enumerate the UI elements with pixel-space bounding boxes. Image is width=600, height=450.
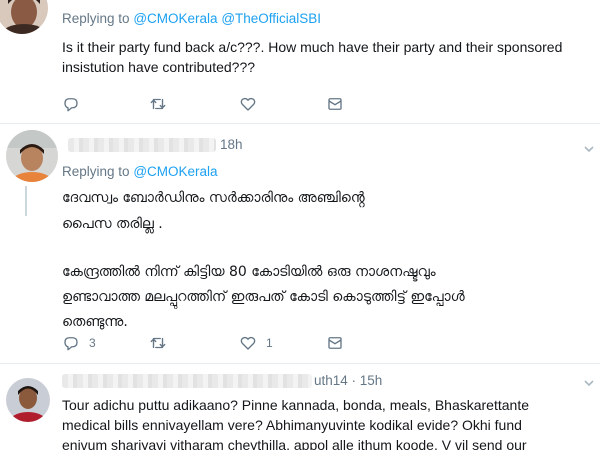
tweet-text-line: Tour adichu puttu adikaano? Pinne kannad…: [62, 397, 529, 413]
tweet-text-line: insistution have contributed???: [62, 59, 256, 75]
like-button[interactable]: [239, 94, 266, 114]
reply-icon: [64, 98, 78, 112]
tweet-text-line: പൈസ തരില്ല .: [62, 216, 163, 232]
chevron-down-icon[interactable]: [584, 378, 594, 388]
reply-button[interactable]: [62, 94, 89, 114]
message-icon: [328, 337, 342, 349]
mention-link[interactable]: @TheOfficialSBI: [221, 11, 321, 26]
thread-line: [25, 186, 27, 216]
username-redacted: [68, 138, 216, 152]
tweet-actions: [62, 94, 362, 114]
tweet-text: ദേവസ്വം ബോർഡിനും സർക്കാരിനും അഞ്ചിൻ്റെ പ…: [62, 188, 465, 333]
retweet-icon: [150, 337, 166, 349]
retweet-button[interactable]: [149, 333, 176, 353]
tweet-text: Tour adichu puttu adikaano? Pinne kannad…: [62, 395, 529, 450]
tweet-text-line: enivum shariyayi vitharam cheythilla, ap…: [62, 437, 527, 450]
handle-and-time[interactable]: uth14 · 15h: [314, 373, 382, 388]
replying-to: Replying to @CMOKerala: [62, 164, 218, 179]
tweet-actions: 3 1: [62, 333, 362, 353]
retweet-button[interactable]: [149, 94, 176, 114]
tweet-1[interactable]: Replying to @CMOKerala @TheOfficialSBI I…: [0, 0, 600, 123]
timestamp[interactable]: 18h: [220, 137, 243, 152]
replying-label: Replying to: [62, 164, 130, 179]
message-button[interactable]: [326, 333, 344, 353]
tweet-text: Is it their party fund back a/c???. How …: [62, 37, 562, 77]
tweet-text-line: കേന്ദ്രത്തിൽ നിന്ന് കിട്ടിയ 80 കോടിയിൽ ഒ…: [62, 264, 436, 280]
reply-button[interactable]: 3: [62, 333, 96, 353]
mention-link[interactable]: @CMOKerala: [133, 11, 217, 26]
like-button[interactable]: 1: [239, 333, 273, 353]
like-count: 1: [266, 336, 273, 350]
retweet-icon: [150, 98, 166, 110]
avatar[interactable]: [6, 378, 50, 422]
reply-icon: [64, 337, 78, 351]
username-redacted: [62, 374, 312, 388]
like-icon: [240, 97, 256, 111]
replying-to: Replying to @CMOKerala @TheOfficialSBI: [62, 11, 321, 26]
tweet-text-line: Is it their party fund back a/c???. How …: [62, 39, 563, 55]
tweet-2[interactable]: 18h Replying to @CMOKerala ദേവസ്വം ബോർഡി…: [0, 124, 600, 363]
message-icon: [328, 98, 342, 110]
tweet-text-line: ഉണ്ടാവാത്ത മലപ്പുറത്തിന് ഇരുപത് കോടി കൊട…: [62, 289, 465, 305]
reply-count: 3: [89, 336, 96, 350]
tweet-text-line: medical bills ennivayellam vere? Abhiman…: [62, 417, 522, 433]
replying-label: Replying to: [62, 11, 130, 26]
message-button[interactable]: [326, 94, 344, 114]
tweet-text-line: ദേവസ്വം ബോർഡിനും സർക്കാരിനും അഞ്ചിൻ്റെ: [62, 190, 365, 206]
tweet-text-line: തെണ്ടുന്നു.: [62, 314, 128, 330]
avatar[interactable]: [0, 0, 48, 34]
tweet-text-line: [62, 235, 465, 256]
avatar[interactable]: [6, 130, 58, 182]
tweet-3[interactable]: uth14 · 15h Tour adichu puttu adikaano? …: [0, 364, 600, 450]
mention-link[interactable]: @CMOKerala: [133, 164, 217, 179]
like-icon: [240, 336, 256, 350]
chevron-down-icon[interactable]: [584, 144, 594, 154]
